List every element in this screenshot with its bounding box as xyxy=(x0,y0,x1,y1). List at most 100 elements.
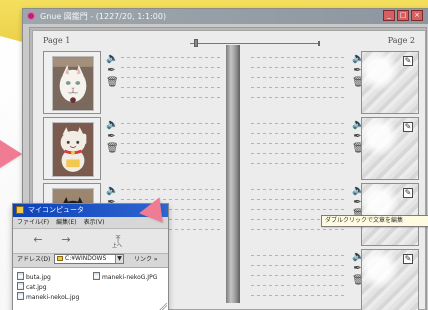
caption-line xyxy=(251,199,345,200)
caption-line xyxy=(251,153,345,154)
caption-line xyxy=(251,133,345,134)
slider-track xyxy=(190,43,320,44)
empty-photo-slot[interactable]: ✎ xyxy=(361,249,419,310)
up-label[interactable]: 上へ xyxy=(103,242,131,249)
screenshot-stage: Gnue 図鑑門 - (1227/20, 1:1:00) _ □ × Page … xyxy=(0,0,428,310)
window-controls: _ □ × xyxy=(383,10,423,21)
caption-lines[interactable] xyxy=(251,123,345,175)
callout-arrow-left xyxy=(0,140,22,168)
lucky-cat-photo xyxy=(52,122,94,177)
window-titlebar[interactable]: Gnue 図鑑門 - (1227/20, 1:1:00) _ □ × xyxy=(23,9,428,24)
app-icon xyxy=(27,12,35,20)
entry-tools: 🔈 ✒ 🗑 xyxy=(106,119,119,177)
empty-photo-slot[interactable]: ✎ xyxy=(361,117,419,180)
caption-line xyxy=(251,163,345,164)
caption-line xyxy=(251,255,345,256)
image-file-icon xyxy=(17,292,24,300)
file-item[interactable]: buta.jpg xyxy=(17,272,51,282)
window-title: Gnue 図鑑門 - (1227/20, 1:1:00) xyxy=(40,12,167,21)
edit-icon[interactable]: ✎ xyxy=(403,56,413,66)
caption-line xyxy=(251,97,345,98)
left-page-label: Page 1 xyxy=(43,36,71,45)
links-label[interactable]: リンク » xyxy=(134,253,158,266)
image-file-icon xyxy=(17,282,24,290)
caption-line xyxy=(121,87,221,88)
edit-tooltip: ダブルクリックで文章を編集 xyxy=(321,215,428,227)
caption-line xyxy=(251,57,345,58)
file-item[interactable]: cat.jpg xyxy=(17,282,47,292)
minimize-button[interactable]: _ xyxy=(383,10,395,21)
caption-line xyxy=(251,209,345,210)
caption-line xyxy=(251,229,345,230)
folder-icon xyxy=(57,256,63,261)
chevron-down-icon[interactable]: ▼ xyxy=(115,255,123,263)
caption-lines[interactable] xyxy=(121,57,221,109)
pen-icon[interactable]: ✒ xyxy=(106,131,117,143)
menu-file[interactable]: ファイル(F) xyxy=(17,217,49,228)
caption-line xyxy=(121,163,221,164)
caption-lines[interactable] xyxy=(251,255,345,307)
slider-end xyxy=(318,41,320,46)
photo-frame[interactable] xyxy=(43,51,101,114)
slider-knob[interactable] xyxy=(194,39,198,47)
folder-icon xyxy=(16,206,24,214)
speaker-icon[interactable]: 🔈 xyxy=(106,185,118,197)
speaker-icon[interactable]: 🔈 xyxy=(106,53,118,65)
caption-line xyxy=(121,77,221,78)
caption-line xyxy=(121,97,221,98)
cat-photo xyxy=(52,56,94,111)
caption-line xyxy=(251,87,345,88)
caption-line xyxy=(251,295,345,296)
speaker-icon[interactable]: 🔈 xyxy=(106,119,118,131)
close-button[interactable]: × xyxy=(411,10,423,21)
edit-icon[interactable]: ✎ xyxy=(403,188,413,198)
pen-icon[interactable]: ✒ xyxy=(106,65,117,77)
address-label: アドレス(D) xyxy=(17,256,51,263)
trash-icon[interactable]: 🗑 xyxy=(106,77,119,89)
caption-line xyxy=(251,265,345,266)
caption-line xyxy=(251,285,345,286)
right-page-label: Page 2 xyxy=(387,36,415,45)
photo-frame[interactable] xyxy=(43,117,101,180)
caption-line xyxy=(121,143,221,144)
right-entry-1: 🔈 ✒ 🗑 ✎ xyxy=(243,51,419,114)
caption-line xyxy=(121,57,221,58)
left-entry-2: 🔈 ✒ 🗑 xyxy=(43,117,227,180)
address-bar: アドレス(D) C:¥WINDOWS ▼ リンク » xyxy=(13,253,168,266)
edit-icon[interactable]: ✎ xyxy=(403,254,413,264)
file-item[interactable]: maneki-nekoG.JPG xyxy=(93,272,157,282)
caption-line xyxy=(121,199,221,200)
address-combobox[interactable]: C:¥WINDOWS ▼ xyxy=(54,254,124,264)
caption-line xyxy=(121,133,221,134)
back-button[interactable]: ← xyxy=(29,231,47,249)
file-list: buta.jpg maneki-nekoG.JPG cat.jpg maneki… xyxy=(13,267,168,310)
edit-icon[interactable]: ✎ xyxy=(403,122,413,132)
caption-line xyxy=(121,153,221,154)
caption-line xyxy=(121,123,221,124)
forward-button[interactable]: → xyxy=(57,231,75,249)
menu-view[interactable]: 表示(V) xyxy=(84,217,105,228)
image-file-icon xyxy=(17,272,24,280)
left-entry-1: 🔈 ✒ 🗑 xyxy=(43,51,227,114)
right-entry-4: 🔈 ✒ 🗑 ✎ xyxy=(243,249,419,310)
caption-line xyxy=(251,275,345,276)
explorer-title: マイコンピュータ xyxy=(28,206,84,214)
file-item[interactable]: maneki-nekoL.jpg xyxy=(17,292,79,302)
caption-line xyxy=(251,67,345,68)
trash-icon[interactable]: 🗑 xyxy=(106,143,119,155)
resize-grip[interactable] xyxy=(159,303,167,310)
caption-lines[interactable] xyxy=(121,123,221,175)
menu-edit[interactable]: 編集(E) xyxy=(56,217,76,228)
caption-line xyxy=(251,189,345,190)
caption-line xyxy=(251,123,345,124)
empty-photo-slot[interactable]: ✎ xyxy=(361,51,419,114)
caption-lines[interactable] xyxy=(251,57,345,109)
right-entry-2: 🔈 ✒ 🗑 ✎ xyxy=(243,117,419,180)
caption-line xyxy=(251,143,345,144)
maximize-button[interactable]: □ xyxy=(397,10,409,21)
caption-line xyxy=(251,77,345,78)
address-value: C:¥WINDOWS xyxy=(65,255,107,262)
explorer-toolbar: ← → ⤒ 上へ xyxy=(13,228,168,254)
book-spine xyxy=(226,45,240,303)
page-slider[interactable] xyxy=(190,39,320,47)
